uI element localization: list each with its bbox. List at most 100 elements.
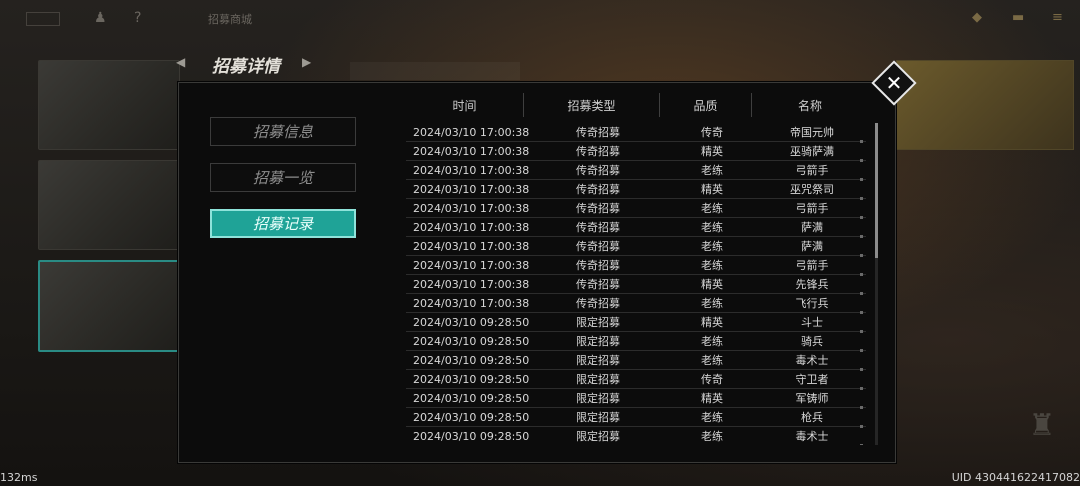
cell-name: 先锋兵	[795, 278, 829, 291]
menu-icon[interactable]: ≡	[1052, 10, 1063, 25]
next-arrow-icon[interactable]: ▶	[302, 55, 311, 69]
cell-name: 斗士	[801, 316, 823, 329]
cell-type: 传奇招募	[576, 221, 620, 234]
top-bar-label[interactable]: 招募商城	[208, 11, 252, 27]
table-row: 2024/03/10 17:00:38 传奇招募 老练 弓箭手	[406, 161, 866, 181]
cell-type: 传奇招募	[576, 240, 620, 253]
cell-name: 巫骑萨满	[790, 145, 834, 158]
cell-name: 军铸师	[795, 392, 829, 405]
mail-icon[interactable]: ▬	[1012, 10, 1024, 25]
prev-arrow-icon[interactable]: ◀	[176, 55, 185, 69]
records-table-body[interactable]: 2024/03/10 17:00:38 传奇招募 传奇 帝国元帅 2024/03/10 …	[406, 123, 866, 445]
cell-time: 2024/03/10 17:00:38	[413, 201, 530, 215]
tab-recruit-info[interactable]: 招募信息	[210, 117, 356, 146]
table-row: 2024/03/10 17:00:38 传奇招募 传奇 帝国元帅	[406, 123, 866, 143]
cell-quality: 老练	[701, 221, 723, 234]
cell-quality: 精英	[701, 145, 723, 158]
table-row: 2024/03/10 09:28:50 限定招募 精英 军铸师	[406, 389, 866, 409]
cell-type: 限定招募	[576, 373, 620, 386]
cell-type: 传奇招募	[576, 297, 620, 310]
profile-icon[interactable]: ♟	[94, 10, 107, 26]
cell-time: 2024/03/10 09:28:50	[413, 410, 530, 424]
cell-quality: 老练	[701, 240, 723, 253]
tab-recruit-records[interactable]: 招募记录	[210, 209, 356, 238]
cell-time: 2024/03/10 17:00:38	[413, 277, 530, 291]
cell-time: 2024/03/10 17:00:38	[413, 220, 530, 234]
cell-time: 2024/03/10 17:00:38	[413, 125, 530, 139]
close-button[interactable]: ✕	[871, 60, 917, 106]
table-row: 2024/03/10 09:28:50 限定招募 老练 毒术士	[406, 427, 866, 445]
latency-label: 132ms	[0, 471, 38, 484]
table-row: 2024/03/10 17:00:38 传奇招募 精英 巫骑萨满	[406, 142, 866, 162]
scrollbar-thumb[interactable]	[875, 123, 878, 258]
table-row: 2024/03/10 17:00:38 传奇招募 老练 飞行兵	[406, 294, 866, 314]
cell-type: 限定招募	[576, 335, 620, 348]
table-row: 2024/03/10 17:00:38 传奇招募 老练 弓箭手	[406, 256, 866, 276]
cell-time: 2024/03/10 17:00:38	[413, 182, 530, 196]
cell-quality: 老练	[701, 259, 723, 272]
cell-type: 限定招募	[576, 430, 620, 443]
uid-label: UID 430441622417082	[951, 471, 1080, 484]
header-quality: 品质	[660, 93, 752, 117]
cell-type: 传奇招募	[576, 164, 620, 177]
cell-name: 萨满	[801, 221, 823, 234]
emblem-icon: ♜	[1028, 408, 1056, 443]
cell-type: 限定招募	[576, 354, 620, 367]
table-row: 2024/03/10 09:28:50 限定招募 精英 斗士	[406, 313, 866, 333]
table-row: 2024/03/10 17:00:38 传奇招募 老练 弓箭手	[406, 199, 866, 219]
cell-name: 萨满	[801, 240, 823, 253]
tab-recruit-overview[interactable]: 招募一览	[210, 163, 356, 192]
side-banner-card[interactable]	[38, 60, 180, 150]
cell-type: 限定招募	[576, 392, 620, 405]
cell-name: 弓箭手	[795, 259, 829, 272]
cell-time: 2024/03/10 17:00:38	[413, 239, 530, 253]
side-banner-card-active[interactable]	[38, 260, 182, 352]
cell-name: 守卫者	[795, 373, 829, 386]
cell-time: 2024/03/10 17:00:38	[413, 163, 530, 177]
header-type: 招募类型	[524, 93, 660, 117]
cell-quality: 老练	[701, 297, 723, 310]
top-bar: ♟ ? 招募商城 ◆ ▬ ≡	[0, 0, 1080, 36]
cell-name: 巫咒祭司	[790, 183, 834, 196]
cell-name: 骑兵	[801, 335, 823, 348]
scrollbar[interactable]	[875, 123, 878, 445]
table-row: 2024/03/10 09:28:50 限定招募 传奇 守卫者	[406, 370, 866, 390]
event-banner[interactable]	[896, 60, 1074, 150]
cell-time: 2024/03/10 17:00:38	[413, 144, 530, 158]
cell-type: 传奇招募	[576, 259, 620, 272]
cell-time: 2024/03/10 09:28:50	[413, 315, 530, 329]
cell-quality: 老练	[701, 430, 723, 443]
cell-quality: 传奇	[701, 373, 723, 386]
cell-type: 传奇招募	[576, 202, 620, 215]
header-name: 名称	[797, 98, 822, 113]
cell-time: 2024/03/10 09:28:50	[413, 429, 530, 443]
cell-name: 毒术士	[795, 430, 829, 443]
side-banner-card[interactable]	[38, 160, 180, 250]
cell-type: 传奇招募	[576, 126, 620, 139]
cell-quality: 老练	[701, 335, 723, 348]
table-row: 2024/03/10 17:00:38 传奇招募 老练 萨满	[406, 237, 866, 257]
table-header: 时间 招募类型 品质 名称	[406, 93, 868, 117]
cell-quality: 老练	[701, 411, 723, 424]
cell-time: 2024/03/10 09:28:50	[413, 334, 530, 348]
cell-quality: 老练	[701, 354, 723, 367]
cell-name: 枪兵	[801, 411, 823, 424]
cell-type: 限定招募	[576, 411, 620, 424]
help-icon[interactable]: ?	[134, 10, 141, 26]
table-row: 2024/03/10 17:00:38 传奇招募 精英 巫咒祭司	[406, 180, 866, 200]
cell-quality: 老练	[701, 202, 723, 215]
cell-time: 2024/03/10 17:00:38	[413, 296, 530, 310]
header-time: 时间	[406, 93, 524, 117]
table-row: 2024/03/10 09:28:50 限定招募 老练 枪兵	[406, 408, 866, 428]
cell-quality: 精英	[701, 392, 723, 405]
cell-quality: 精英	[701, 278, 723, 291]
cell-type: 限定招募	[576, 316, 620, 329]
page-title: 招募详情	[212, 57, 280, 77]
background-tag	[350, 62, 520, 80]
cell-quality: 传奇	[701, 126, 723, 139]
cell-quality: 精英	[701, 183, 723, 196]
cell-type: 传奇招募	[576, 183, 620, 196]
table-row: 2024/03/10 09:28:50 限定招募 老练 骑兵	[406, 332, 866, 352]
cell-name: 毒术士	[795, 354, 829, 367]
cell-time: 2024/03/10 09:28:50	[413, 372, 530, 386]
